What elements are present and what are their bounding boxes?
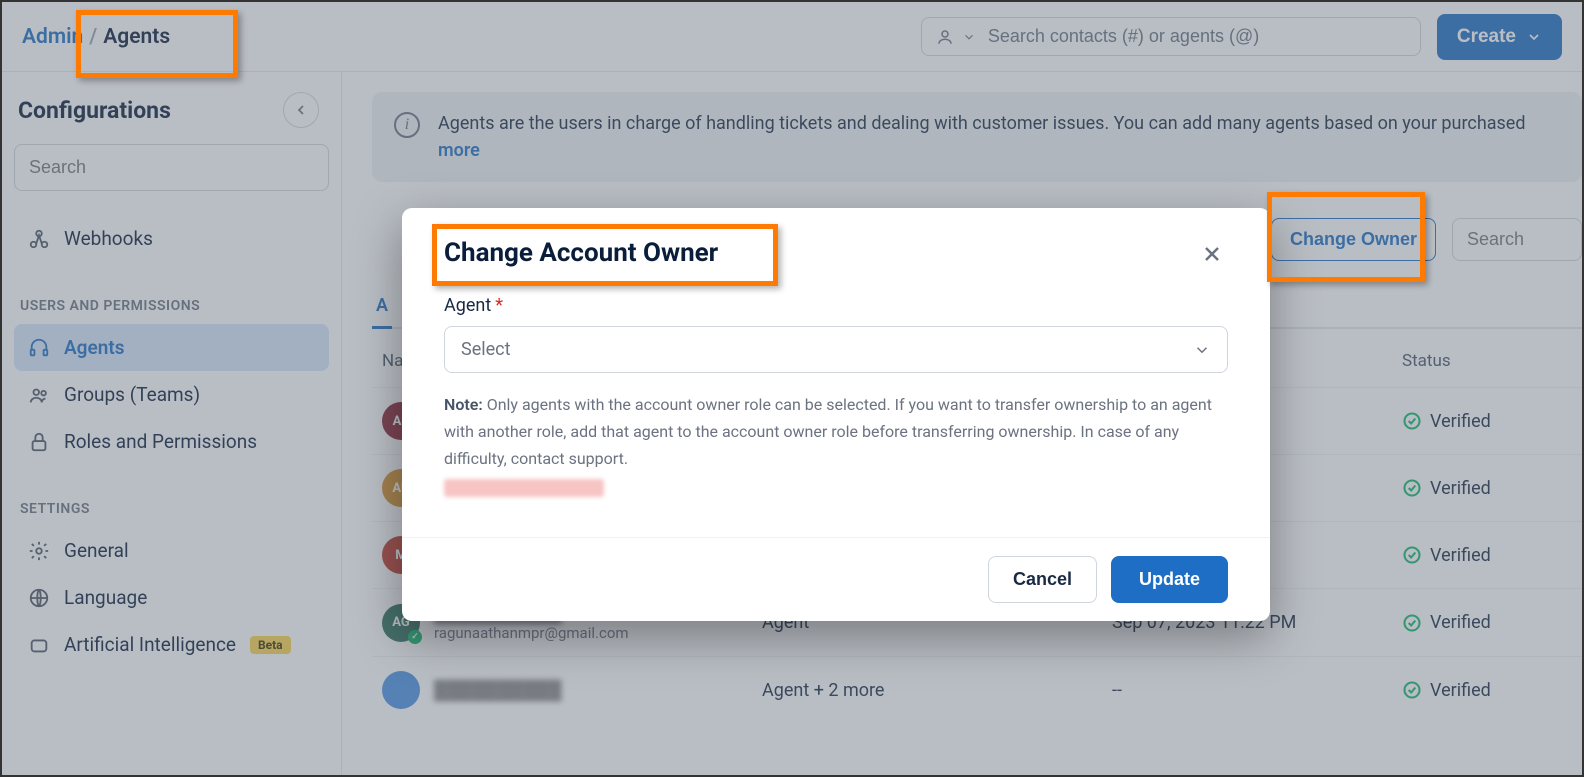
cancel-button[interactable]: Cancel bbox=[988, 556, 1097, 603]
info-banner: i Agents are the users in charge of hand… bbox=[372, 92, 1582, 182]
lock-icon bbox=[28, 431, 50, 453]
create-button[interactable]: Create bbox=[1437, 14, 1562, 60]
table-row[interactable]: ██████████ Agent + 2 more--Verified bbox=[372, 656, 1582, 723]
global-search[interactable] bbox=[921, 17, 1421, 56]
avatar bbox=[382, 671, 420, 709]
redacted-text bbox=[444, 479, 604, 497]
modal-note: Note: Only agents with the account owner… bbox=[444, 391, 1228, 473]
verified-badge-icon: ✓ bbox=[408, 630, 422, 644]
sidebar-item-general[interactable]: General bbox=[14, 527, 329, 574]
tab-active[interactable]: A bbox=[372, 285, 392, 329]
agent-select[interactable]: Select bbox=[444, 326, 1228, 373]
sidebar-item-webhooks[interactable]: Webhooks bbox=[14, 215, 329, 262]
chevron-down-icon bbox=[1526, 29, 1542, 45]
topbar: Admin / Agents Create bbox=[2, 2, 1582, 72]
sidebar-item-language[interactable]: Language bbox=[14, 574, 329, 621]
modal-close-button[interactable] bbox=[1196, 238, 1228, 273]
sidebar-title: Configurations bbox=[18, 97, 171, 124]
chevron-down-icon bbox=[962, 30, 976, 44]
modal-title: Change Account Owner bbox=[444, 238, 718, 268]
required-indicator: * bbox=[495, 295, 503, 316]
close-icon bbox=[1200, 242, 1224, 266]
breadcrumb: Admin / Agents bbox=[22, 25, 170, 49]
sidebar-item-label: Artificial Intelligence bbox=[64, 633, 236, 656]
sidebar-item-ai[interactable]: Artificial Intelligence Beta bbox=[14, 621, 329, 668]
headset-icon bbox=[28, 337, 50, 359]
gear-icon bbox=[28, 540, 50, 562]
agent-date: -- bbox=[1112, 680, 1402, 701]
agent-email: ragunaathanmpr@gmail.com bbox=[434, 624, 629, 642]
sidebar-section-settings: SETTINGS bbox=[14, 491, 329, 527]
sidebar-item-groups[interactable]: Groups (Teams) bbox=[14, 371, 329, 418]
breadcrumb-sep: / bbox=[89, 25, 97, 49]
sidebar-item-label: Webhooks bbox=[64, 227, 153, 250]
banner-text: Agents are the users in charge of handli… bbox=[438, 113, 1526, 134]
webhook-icon bbox=[28, 228, 50, 250]
chevron-down-icon bbox=[1193, 341, 1211, 359]
agent-name: ██████████ bbox=[434, 680, 562, 701]
breadcrumb-current: Agents bbox=[103, 25, 170, 49]
users-icon bbox=[28, 384, 50, 406]
sidebar-item-label: General bbox=[64, 539, 129, 562]
chevron-left-icon bbox=[293, 102, 309, 118]
sidebar-item-label: Roles and Permissions bbox=[64, 430, 257, 453]
agent-status: Verified bbox=[1402, 545, 1572, 566]
banner-more-link[interactable]: more bbox=[438, 140, 480, 161]
breadcrumb-admin[interactable]: Admin bbox=[22, 25, 83, 49]
person-icon bbox=[936, 28, 954, 46]
sidebar-item-label: Groups (Teams) bbox=[64, 383, 200, 406]
sidebar-item-roles[interactable]: Roles and Permissions bbox=[14, 418, 329, 465]
collapse-sidebar-button[interactable] bbox=[283, 92, 319, 128]
info-icon: i bbox=[394, 112, 420, 138]
agent-status: Verified bbox=[1402, 680, 1572, 701]
check-circle-icon bbox=[1402, 411, 1422, 431]
sidebar-item-label: Agents bbox=[64, 336, 124, 359]
check-circle-icon bbox=[1402, 680, 1422, 700]
agent-status: Verified bbox=[1402, 612, 1572, 633]
global-search-input[interactable] bbox=[988, 26, 1406, 47]
globe-icon bbox=[28, 587, 50, 609]
agent-field-label: Agent * bbox=[444, 295, 1228, 316]
check-circle-icon bbox=[1402, 545, 1422, 565]
agent-status: Verified bbox=[1402, 478, 1572, 499]
agents-search-input[interactable] bbox=[1452, 218, 1582, 261]
agent-status: Verified bbox=[1402, 411, 1572, 432]
check-circle-icon bbox=[1402, 478, 1422, 498]
check-circle-icon bbox=[1402, 613, 1422, 633]
agent-role: Agent + 2 more bbox=[762, 680, 1112, 701]
sidebar-item-label: Language bbox=[64, 586, 147, 609]
ai-icon bbox=[28, 634, 50, 656]
update-button[interactable]: Update bbox=[1111, 556, 1228, 603]
sidebar-item-agents[interactable]: Agents bbox=[14, 324, 329, 371]
beta-badge: Beta bbox=[250, 636, 291, 654]
select-placeholder: Select bbox=[461, 339, 510, 360]
sidebar: Configurations Webhooks USERS AND PERMIS… bbox=[2, 72, 342, 775]
header-status: Status bbox=[1402, 351, 1572, 371]
sidebar-section-users: USERS AND PERMISSIONS bbox=[14, 288, 329, 324]
change-owner-button[interactable]: Change Owner bbox=[1271, 218, 1436, 261]
change-owner-modal: Change Account Owner Agent * Select Note… bbox=[402, 208, 1270, 621]
sidebar-search-input[interactable] bbox=[14, 144, 329, 191]
